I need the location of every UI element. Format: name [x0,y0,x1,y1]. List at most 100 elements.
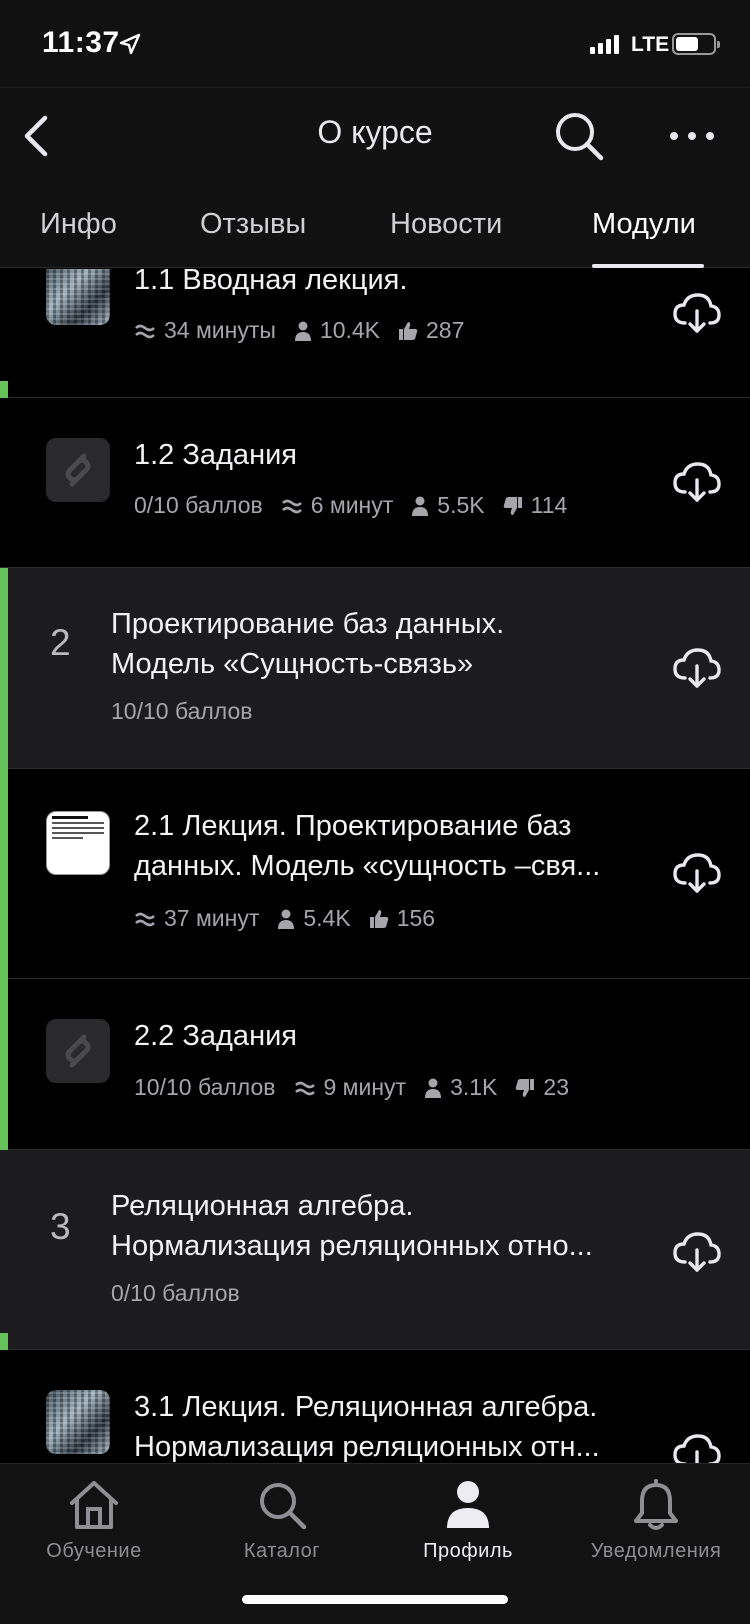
viewers-icon [294,321,311,341]
lesson-row-1-2[interactable]: 1.2 Задания 0/10 баллов 6 минут 5.5K 114 [0,398,750,568]
home-indicator [242,1595,508,1604]
lesson-views: 5.4K [303,905,351,931]
duration-icon [135,912,155,926]
tabbar-item-profile[interactable]: Профиль [374,1478,562,1563]
location-arrow-icon [119,33,141,55]
lesson-thumbnail [46,1390,110,1454]
profile-icon [447,1481,489,1528]
lesson-dislikes: 114 [530,492,568,518]
status-time: 11:37 [42,26,120,59]
lesson-meta: 34 минуты 10.4K 287 [134,317,482,344]
module-title-line-1: Реляционная алгебра. [111,1190,414,1222]
download-cloud-icon[interactable] [672,460,722,504]
module-number: 3 [50,1206,71,1247]
viewers-icon [412,496,429,516]
download-cloud-icon[interactable] [672,851,722,895]
module-score: 0/10 баллов [111,1280,240,1306]
lesson-score: 0/10 баллов [134,492,263,518]
page-title: О курсе [317,114,433,150]
tab-modules[interactable]: Модули [592,200,696,268]
lesson-meta: 0/10 баллов 6 минут 5.5K 114 [134,492,585,519]
tab-news[interactable]: Новости [390,200,502,268]
progress-accent [0,769,8,979]
download-cloud-icon[interactable] [672,1230,722,1274]
lesson-duration: 37 минут [164,905,260,931]
tab-info[interactable]: Инфо [40,200,117,268]
module-row-2[interactable]: 2 Проектирование баз данных. Модель «Сущ… [0,568,750,769]
duration-icon [135,324,155,338]
lesson-row-3-1[interactable]: 3.1 Лекция. Реляционная алгебра. Нормали… [0,1350,750,1463]
lesson-duration: 34 минуты [164,317,276,343]
lesson-thumbnail [46,438,110,502]
tabbar-item-catalog[interactable]: Каталог [188,1478,376,1563]
progress-accent [0,979,8,1150]
more-options-button[interactable] [666,116,718,156]
network-type: LTE [631,33,670,56]
lesson-views: 3.1K [450,1074,498,1100]
progress-accent [0,568,8,769]
lesson-thumbnail [46,811,110,875]
module-title-line-2: Модель «Сущность-связь» [111,648,474,680]
viewers-icon [425,1078,442,1098]
module-title-line-2: Нормализация реляционных отно... [111,1230,593,1262]
lesson-row-2-2[interactable]: 2.2 Задания 10/10 баллов 9 минут 3.1K 23 [0,979,750,1150]
download-cloud-icon[interactable] [672,646,722,690]
lesson-title-line-2: Нормализация реляционных отн... [134,1431,600,1463]
tabbar-item-learning[interactable]: Обучение [0,1478,188,1563]
lesson-title: 1.2 Задания [134,439,297,471]
thumbs-down-icon [503,496,522,515]
cellular-signal-icon [590,34,619,54]
thumbs-up-icon [399,321,418,340]
lesson-duration: 9 минут [323,1074,407,1100]
lesson-title: 1.1 Вводная лекция. [134,269,408,296]
search-button[interactable] [551,108,607,164]
lesson-title-line-2: данных. Модель «сущность –свя... [134,850,601,882]
lesson-row-2-1[interactable]: 2.1 Лекция. Проектирование баз данных. М… [0,769,750,979]
viewers-icon [278,909,295,929]
active-tab-indicator [592,264,704,268]
lesson-duration: 6 минут [310,492,394,518]
tabbar-label: Уведомления [590,1540,722,1562]
tabbar-label: Профиль [423,1540,513,1562]
navigation-header: О курсе Инфо Отзывы Новости Модули [0,88,750,268]
lesson-meta: 10/10 баллов 9 минут 3.1K 23 [134,1074,587,1101]
status-bar: 11:37 LTE [0,0,750,88]
duration-icon [281,499,302,513]
module-row-3[interactable]: 3 Реляционная алгебра. Нормализация реля… [0,1150,750,1350]
lesson-title-line-1: 2.1 Лекция. Проектирование баз [134,810,572,842]
modules-list[interactable]: 1.1 Вводная лекция. 34 минуты 10.4K 287 … [0,269,750,1463]
course-tabs: Инфо Отзывы Новости Модули [0,200,750,268]
search-icon [260,1483,307,1530]
lesson-likes: 287 [426,317,465,343]
progress-accent [0,1333,8,1350]
download-cloud-icon[interactable] [672,291,722,335]
tabbar-item-notifications[interactable]: Уведомления [562,1478,750,1563]
lesson-meta: 37 минут 5.4K 156 [134,905,453,932]
bell-icon [634,1479,678,1530]
lesson-dislikes: 23 [543,1074,569,1100]
lesson-views: 10.4K [319,317,381,343]
module-score: 10/10 баллов [111,698,253,724]
duration-icon [294,1081,315,1095]
lesson-title: 2.2 Задания [134,1020,297,1052]
lesson-thumbnail [46,1019,110,1083]
download-cloud-icon[interactable] [672,1432,722,1463]
task-link-icon [65,453,91,487]
module-number: 2 [50,622,71,663]
tab-reviews[interactable]: Отзывы [200,200,306,268]
lesson-views: 5.5K [437,492,485,518]
tabbar-label: Обучение [46,1540,142,1562]
progress-accent [0,381,8,398]
lesson-thumbnail [46,269,110,325]
home-icon [70,1481,118,1529]
lesson-likes: 156 [396,905,436,931]
thumbs-down-icon [516,1078,535,1097]
lesson-title-line-1: 3.1 Лекция. Реляционная алгебра. [134,1391,598,1423]
lesson-score: 10/10 баллов [134,1074,276,1100]
lesson-row-1-1[interactable]: 1.1 Вводная лекция. 34 минуты 10.4K 287 [0,269,750,398]
task-link-icon [65,1034,91,1068]
thumbs-up-icon [369,909,389,928]
battery-icon [672,33,720,55]
module-title-line-1: Проектирование баз данных. [111,608,505,640]
tabbar-label: Каталог [243,1540,321,1562]
